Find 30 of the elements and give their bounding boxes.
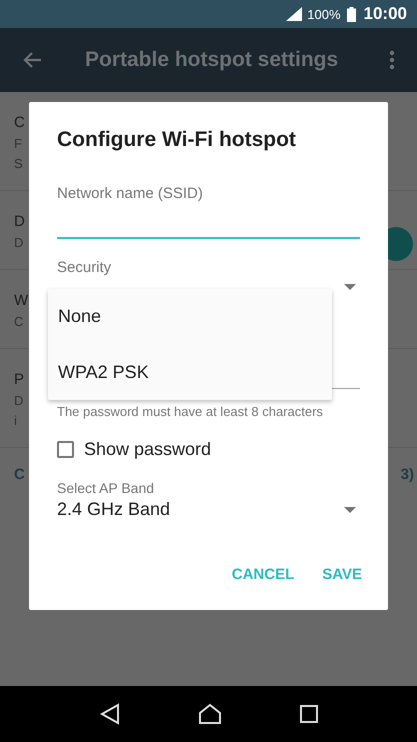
dialog-title: Configure Wi-Fi hotspot <box>57 128 297 152</box>
menu-option[interactable]: None <box>48 306 332 328</box>
screen-title: Portable hotspot settings <box>85 48 340 72</box>
clock: 10:00 <box>364 4 407 24</box>
battery-percent: 100% <box>307 6 341 22</box>
field-label: Security <box>57 259 112 276</box>
dialog-button[interactable]: SAVE <box>312 558 372 591</box>
back-icon[interactable] <box>98 703 120 725</box>
field-label: Network name (SSID) <box>57 185 204 202</box>
caret-icon[interactable] <box>344 284 356 290</box>
band-dropdown[interactable]: 2.4 GHz Band <box>57 499 360 520</box>
item-title: W <box>14 291 28 311</box>
item-title: C <box>14 113 25 133</box>
caret-icon <box>344 506 356 512</box>
recent-apps-icon[interactable] <box>298 704 318 724</box>
link-text[interactable]: C <box>14 466 25 483</box>
field-label: Select AP Band <box>57 480 156 496</box>
dialog-button[interactable]: CANCEL <box>222 558 304 591</box>
battery-icon <box>346 6 356 22</box>
hint-text: The password must have at least 8 characters <box>57 404 324 419</box>
checkbox-label: Show password <box>84 439 212 460</box>
signal-icon <box>285 7 304 21</box>
checkbox[interactable] <box>57 441 74 458</box>
menu-option[interactable]: WPA2 PSK <box>48 362 332 383</box>
more-options-icon[interactable] <box>389 50 395 70</box>
back-arrow-icon[interactable] <box>22 51 42 69</box>
item-title: D <box>14 212 25 232</box>
home-icon[interactable] <box>198 703 222 725</box>
item-title: P <box>14 370 24 390</box>
link-text[interactable]: 3) <box>400 466 414 483</box>
